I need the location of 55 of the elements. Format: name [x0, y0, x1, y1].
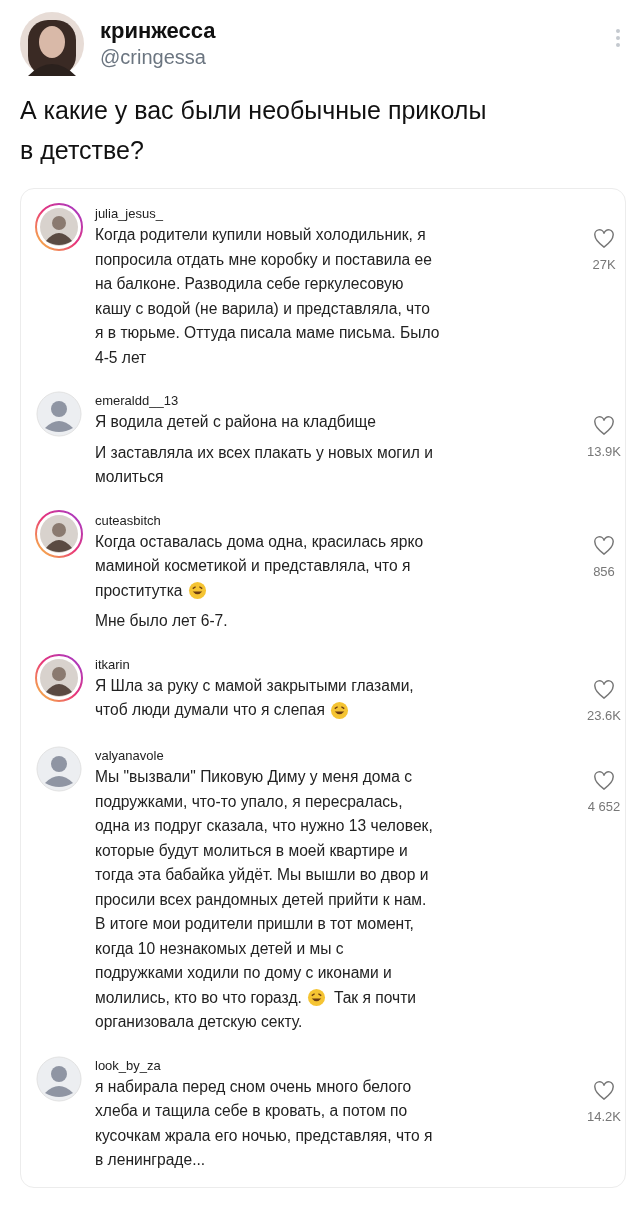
- author-handle: @cringessa: [100, 45, 207, 70]
- comment-username[interactable]: julia_jesus_: [95, 205, 557, 223]
- comment-text: 4-5 лет: [95, 347, 147, 368]
- heart-icon[interactable]: [593, 229, 615, 249]
- like-count: 14.2K: [587, 1107, 621, 1126]
- comment-text: В итоге мои родители пришли в тот момент,: [95, 914, 414, 934]
- laughing-emoji-icon: [187, 581, 207, 601]
- comment-text: тогда эта бабайка уйдёт. Мы вышли во двор и: [95, 865, 429, 885]
- comment-text: в ленинграде...: [95, 1150, 206, 1170]
- comment-text: Когда оставалась дома одна, красилась ярко: [95, 531, 424, 552]
- heart-icon[interactable]: [593, 535, 615, 556]
- comment-text: кашу с водой (не варила) и представляла, что: [95, 298, 430, 319]
- comment-text: я в тюрьме. Оттуда писала маме письма. Было: [95, 323, 440, 343]
- like-count: 856: [593, 562, 615, 581]
- comment-text: попросила отдать мне коробку и поставила ее: [95, 249, 432, 270]
- comment-text: которые будут молиться в моей квартире и: [95, 840, 408, 861]
- comment-username[interactable]: emeraldd__13: [95, 392, 557, 410]
- heart-icon[interactable]: [593, 1080, 615, 1101]
- comment-text: подружками ходили по дому с иконами и: [95, 963, 392, 983]
- comment-text: проститутка: [95, 580, 183, 601]
- comment-text: организовала детскую секту.: [95, 1012, 303, 1032]
- comment-text: Я Шла за руку с мамой закрытыми глазами,: [95, 675, 414, 696]
- comment-text: просили всех рандомных детей прийти к нам.: [95, 889, 427, 910]
- comment-text: чтоб люди думали что я слепая: [95, 700, 325, 720]
- comment-text: Мне было лет 6-7.: [95, 611, 228, 631]
- comment-username[interactable]: cuteasbitch: [95, 511, 557, 530]
- heart-icon[interactable]: [593, 416, 615, 436]
- comment-username[interactable]: valyanavole: [95, 747, 557, 765]
- author-name: кринжесса: [100, 18, 217, 44]
- tweet-text: А какие у вас были необычные приколы в детстве?: [20, 95, 488, 166]
- comment-text: Когда родители купили новый холодильник, я: [95, 225, 426, 245]
- comment-text: когда 10 незнакомых детей и мы с: [95, 938, 344, 959]
- comment-text: я набирала перед сном очень много белого: [95, 1076, 412, 1097]
- comment-text: подружками, что-то упало, я пересралась,: [95, 791, 403, 812]
- comment-text: Я водила детей с района на кладбище: [95, 412, 376, 432]
- like-count: 13.9K: [587, 443, 621, 461]
- comment-text: И заставляла их всех плакать у новых могил и: [95, 442, 433, 463]
- comment-text: на балконе. Разводила себе геркулесовую: [95, 274, 404, 294]
- comment-text: молились, кто во что горазд.: [95, 987, 302, 1008]
- comment-text: хлеба и тащила себе в кровать, а потом по: [95, 1101, 408, 1121]
- comment-text: Так я почти: [333, 987, 417, 1008]
- comment-text: кусочкам жрала его ночью, представляя, что я: [95, 1125, 433, 1146]
- comment-username[interactable]: look_by_za: [95, 1056, 557, 1075]
- comment-text: Мы "вызвали" Пиковую Диму у меня дома с: [95, 767, 413, 787]
- comment-text: одна из подруг сказала, что нужно 13 человек,: [95, 816, 433, 836]
- laughing-emoji-icon: [329, 700, 349, 720]
- comment-text: молиться: [95, 467, 164, 487]
- like-count: 4 652: [587, 798, 621, 816]
- heart-icon[interactable]: [593, 771, 615, 791]
- comment-text: маминой косметикой и представляла, что я: [95, 556, 411, 576]
- like-count: 27K: [592, 256, 616, 274]
- like-count: 23.6K: [587, 706, 621, 725]
- comment-username[interactable]: itkarin: [95, 655, 557, 674]
- laughing-emoji-icon: [306, 988, 326, 1008]
- heart-icon[interactable]: [593, 679, 615, 700]
